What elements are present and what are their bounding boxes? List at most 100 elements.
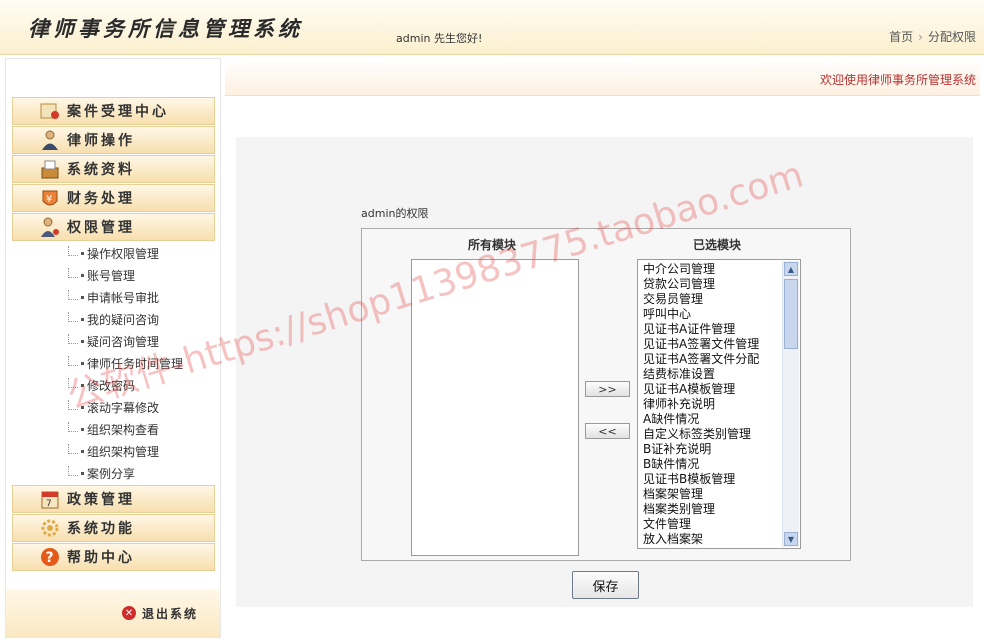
menu-label: 律师操作 — [67, 133, 135, 149]
all-modules-header: 所有模块 — [468, 238, 517, 252]
selected-module-item[interactable]: 档案类别管理 — [638, 502, 781, 517]
svg-text:?: ? — [46, 550, 54, 566]
sidebar: 案件受理中心 律师操作 系统资料 ¥ 财务处理 权限管理 操作权限管理 账号管理… — [5, 58, 221, 638]
user-greeting: admin 先生您好! — [396, 32, 483, 45]
sub-item-label: 我的疑问咨询 — [87, 313, 160, 327]
sub-item-label: 疑问咨询管理 — [87, 335, 160, 349]
menu-help[interactable]: ? 帮助中心 — [12, 543, 215, 571]
sub-item-account-approval[interactable]: 申请帐号审批 — [68, 289, 159, 306]
selected-modules-header: 已选模块 — [693, 238, 742, 252]
save-button[interactable]: 保存 — [572, 571, 639, 599]
header: 律师事务所信息管理系统 admin 先生您好! 首页 › 分配权限 — [0, 0, 984, 55]
remove-module-button[interactable]: << — [585, 423, 630, 439]
menu-lawyer-ops[interactable]: 律师操作 — [12, 126, 215, 154]
archive-icon — [39, 158, 61, 180]
tree-line-icon — [68, 355, 78, 366]
selected-module-item[interactable]: 中介公司管理 — [638, 262, 781, 277]
tree-line-icon — [68, 421, 78, 432]
sub-item-question-mgmt[interactable]: 疑问咨询管理 — [68, 333, 159, 350]
sub-item-account[interactable]: 账号管理 — [68, 267, 135, 284]
tree-line-icon — [68, 267, 78, 278]
tree-line-icon — [68, 333, 78, 344]
selected-module-item[interactable]: 见证书A签署文件管理 — [638, 337, 781, 352]
sub-item-my-questions[interactable]: 我的疑问咨询 — [68, 311, 159, 328]
selected-module-item[interactable]: 文件管理 — [638, 517, 781, 532]
sub-item-change-password[interactable]: 修改密码 — [68, 377, 135, 394]
sub-item-org-view[interactable]: 组织架构查看 — [68, 421, 159, 438]
finance-icon: ¥ — [39, 187, 61, 209]
welcome-text: 欢迎使用律师事务所管理系统 — [819, 73, 976, 87]
tree-line-icon — [68, 443, 78, 454]
sub-item-label: 律师任务时间管理 — [87, 357, 184, 371]
logout-label: 退出系统 — [141, 606, 198, 621]
menu-label: 系统功能 — [67, 521, 135, 537]
scroll-down-icon[interactable]: ▼ — [784, 532, 798, 546]
menu-case-center[interactable]: 案件受理中心 — [12, 97, 215, 125]
selected-module-item[interactable]: 交易员管理 — [638, 292, 781, 307]
sub-item-label: 组织架构管理 — [87, 445, 160, 459]
sub-item-task-time[interactable]: 律师任务时间管理 — [68, 355, 183, 372]
selected-modules-list[interactable]: 中介公司管理 贷款公司管理 交易员管理 呼叫中心 见证书A证件管理 见证书A签署文件管理见… — [637, 259, 801, 549]
svg-text:¥: ¥ — [46, 194, 52, 205]
selected-module-item[interactable]: 见证书A签署文件分配 — [638, 352, 781, 367]
svg-text:7: 7 — [46, 499, 52, 509]
permission-icon — [39, 216, 61, 238]
gear-icon — [39, 517, 61, 539]
sub-item-case-share[interactable]: 案例分享 — [68, 465, 135, 482]
selected-module-item[interactable]: 呼叫中心 — [638, 307, 781, 322]
tree-line-icon — [68, 311, 78, 322]
selected-module-item[interactable]: 自定义标签类别管理 — [638, 427, 781, 442]
tree-line-icon — [68, 399, 78, 410]
add-module-button[interactable]: >> — [585, 381, 630, 397]
menu-policy[interactable]: 7 政策管理 — [12, 485, 215, 513]
menu-label: 政策管理 — [67, 492, 135, 508]
selected-module-item[interactable]: 见证书A证件管理 — [638, 322, 781, 337]
menu-label: 案件受理中心 — [67, 104, 169, 120]
tree-line-icon — [68, 465, 78, 476]
calendar-icon: 7 — [39, 488, 61, 510]
sub-item-label: 修改密码 — [87, 379, 136, 393]
menu-system-data[interactable]: 系统资料 — [12, 155, 215, 183]
tree-line-icon — [68, 377, 78, 388]
menu-label: 帮助中心 — [67, 550, 135, 566]
breadcrumb-home[interactable]: 首页 — [889, 30, 913, 44]
menu-system-functions[interactable]: 系统功能 — [12, 514, 215, 542]
lawyer-icon — [39, 129, 61, 151]
close-icon: ✕ — [121, 606, 136, 620]
sub-item-label: 申请帐号审批 — [87, 291, 160, 305]
sub-item-marquee[interactable]: 滚动字幕修改 — [68, 399, 159, 416]
menu-label: 权限管理 — [67, 220, 135, 236]
sub-item-label: 账号管理 — [87, 269, 136, 283]
selected-module-item[interactable]: B缺件情况 — [638, 457, 781, 472]
menu-label: 系统资料 — [67, 162, 135, 178]
menu-permission[interactable]: 权限管理 — [12, 213, 215, 241]
menu-finance[interactable]: ¥ 财务处理 — [12, 184, 215, 212]
scrollbar[interactable]: ▲ ▼ — [782, 261, 799, 547]
selected-modules-items: 中介公司管理 贷款公司管理 交易员管理 呼叫中心 见证书A证件管理 见证书A签署文件管理见… — [638, 262, 781, 547]
all-modules-list[interactable] — [411, 259, 579, 556]
selected-module-item[interactable]: B证补充说明 — [638, 442, 781, 457]
chevron-right-icon: › — [918, 30, 923, 44]
selected-module-item[interactable]: A缺件情况 — [638, 412, 781, 427]
tree-line-icon — [68, 289, 78, 300]
sub-item-op-permission[interactable]: 操作权限管理 — [68, 245, 159, 262]
selected-module-item[interactable]: 放入档案架 — [638, 532, 781, 547]
scroll-up-icon[interactable]: ▲ — [784, 262, 798, 276]
welcome-banner: 欢迎使用律师事务所管理系统 — [225, 60, 980, 96]
breadcrumb-current: 分配权限 — [927, 30, 976, 44]
selected-module-item[interactable]: 见证书A模板管理 — [638, 382, 781, 397]
selected-module-item[interactable]: 见证书B模板管理 — [638, 472, 781, 487]
sub-item-label: 滚动字幕修改 — [87, 401, 160, 415]
breadcrumb: 首页 › 分配权限 — [889, 28, 976, 45]
logout-button[interactable]: ✕ 退出系统 — [6, 589, 220, 637]
selected-module-item[interactable]: 律师补充说明 — [638, 397, 781, 412]
sub-item-label: 案例分享 — [87, 467, 136, 481]
sub-item-org-manage[interactable]: 组织架构管理 — [68, 443, 159, 460]
app-title: 律师事务所信息管理系统 — [28, 16, 303, 41]
case-icon — [39, 100, 61, 122]
selected-module-item[interactable]: 贷款公司管理 — [638, 277, 781, 292]
scroll-thumb[interactable] — [784, 279, 798, 349]
tree-line-icon — [68, 245, 78, 256]
selected-module-item[interactable]: 结费标准设置 — [638, 367, 781, 382]
selected-module-item[interactable]: 档案架管理 — [638, 487, 781, 502]
